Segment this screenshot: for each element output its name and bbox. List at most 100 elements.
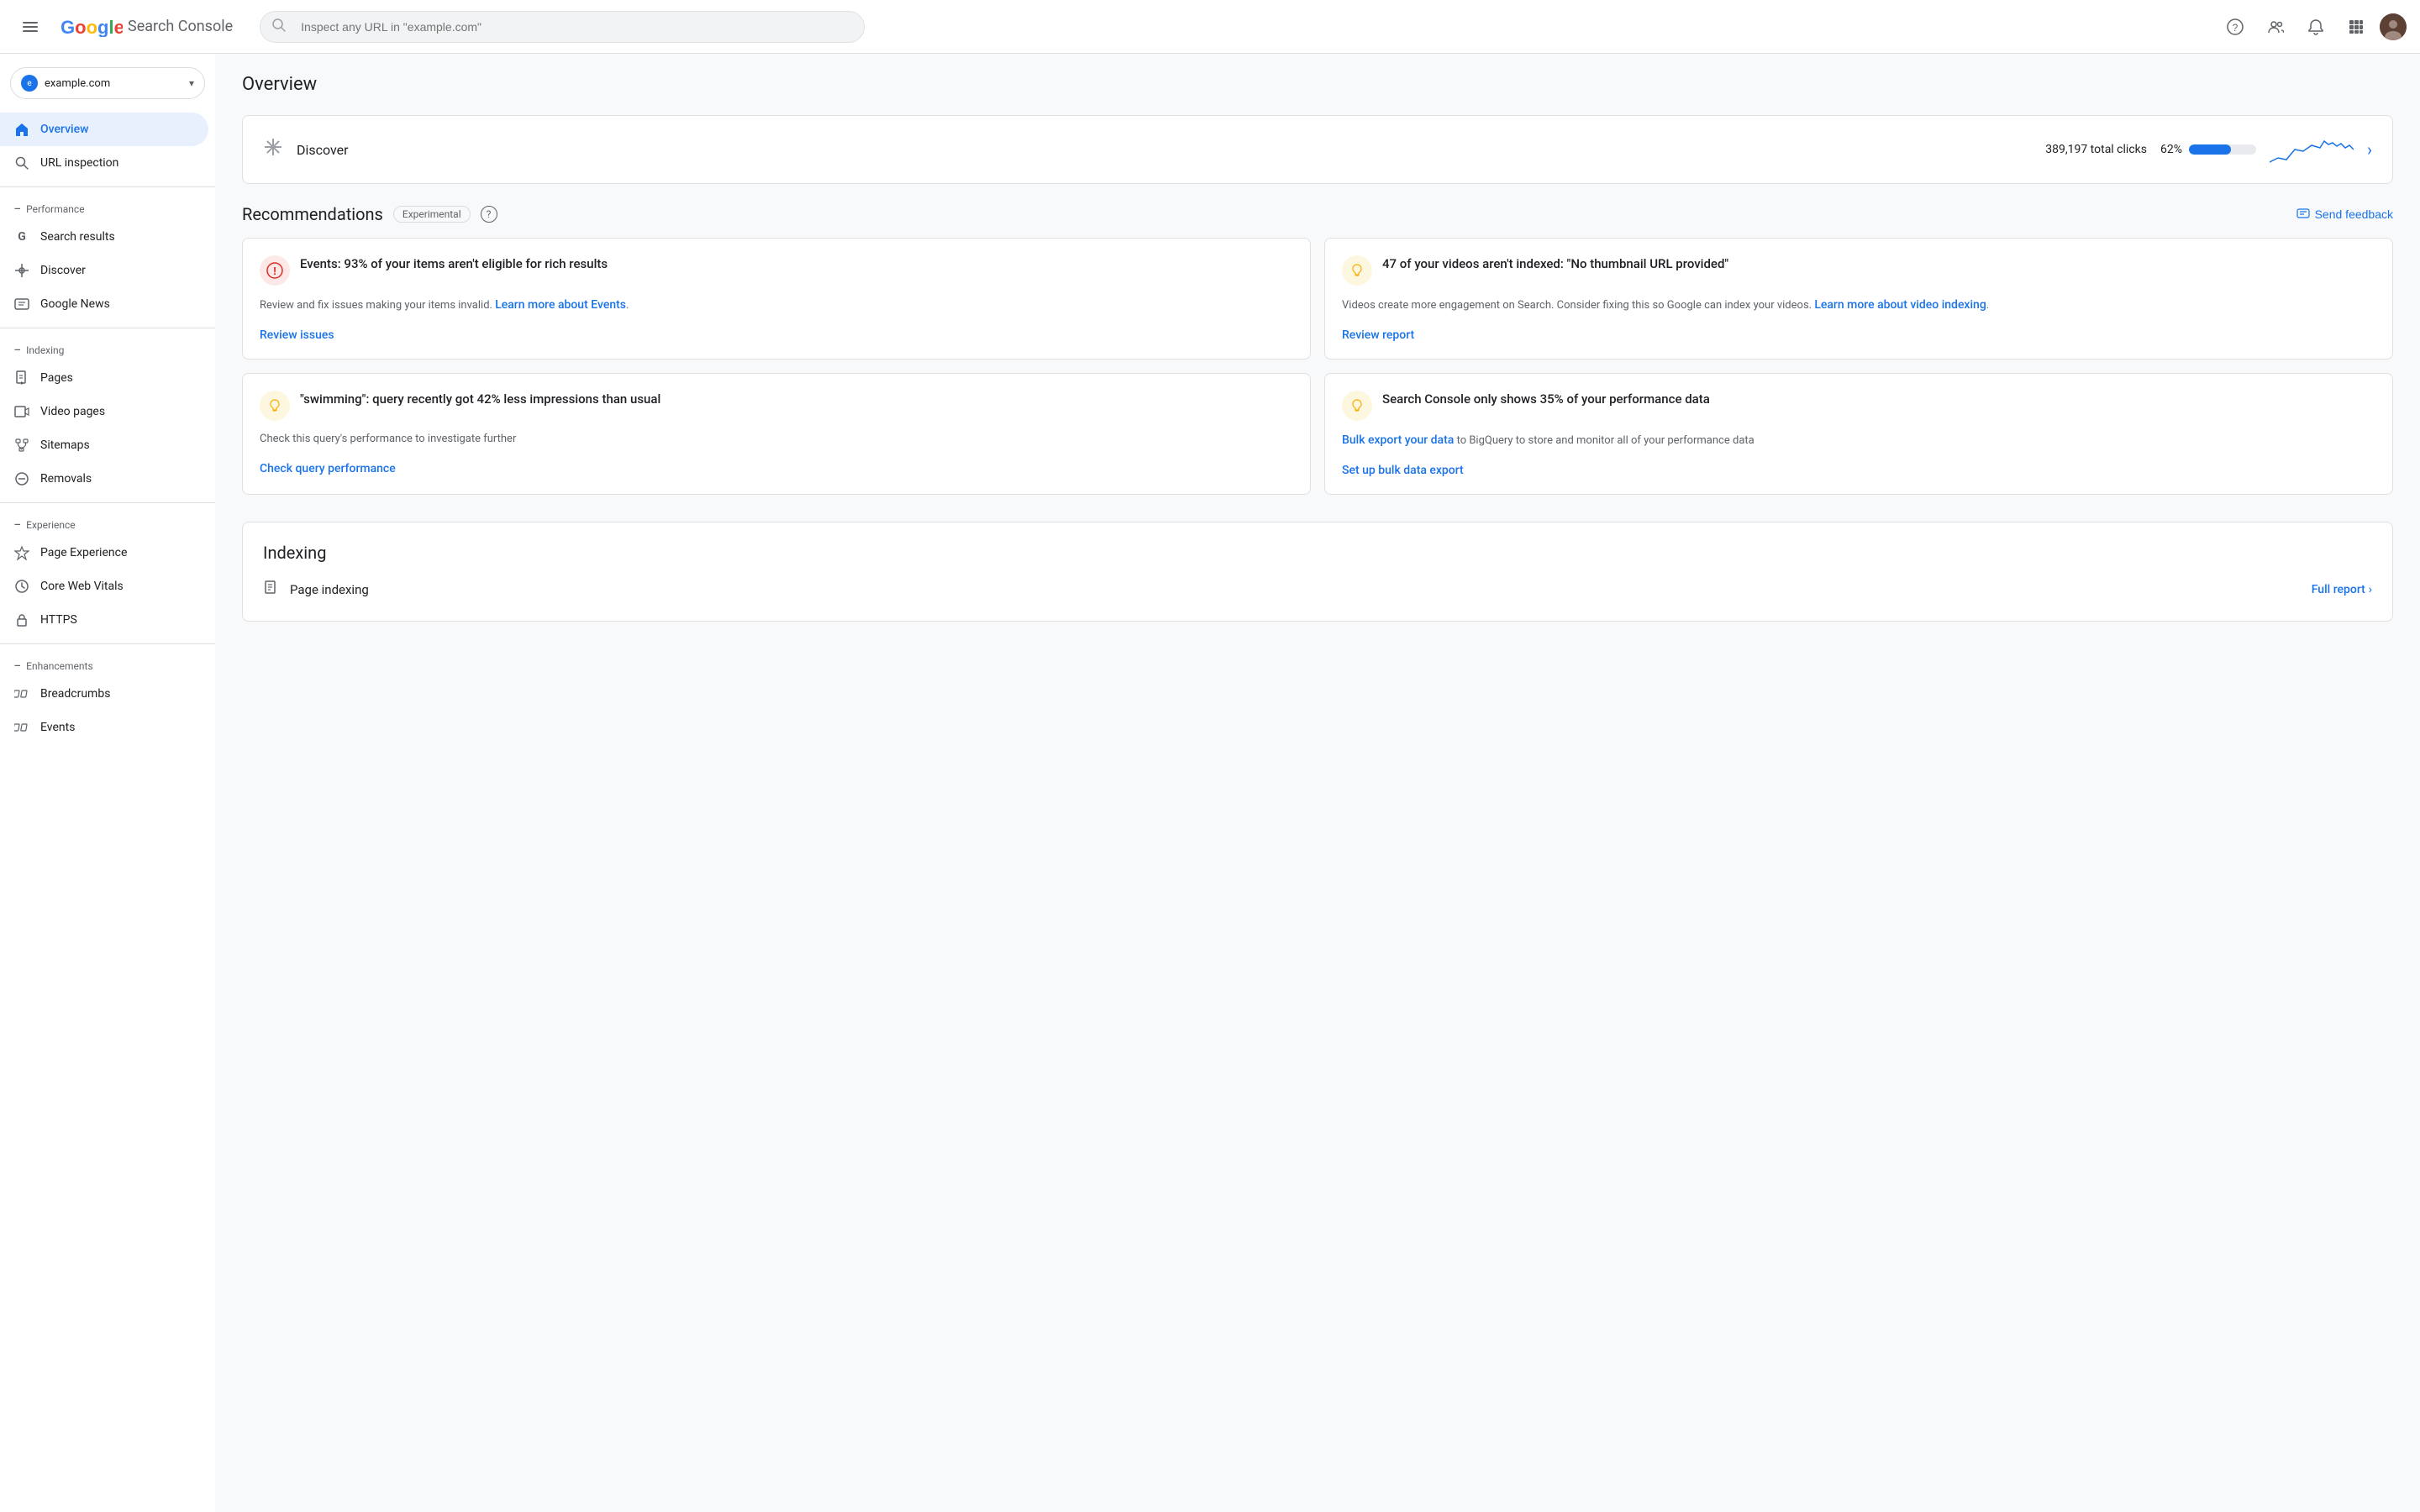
section-experience[interactable]: − Experience — [0, 510, 215, 536]
main-content: Overview Discover 389,197 total clicks 6… — [215, 54, 2420, 1512]
collapse-experience-icon: − — [13, 517, 21, 533]
recommendations-grid: ! Events: 93% of your items aren't eligi… — [242, 238, 2393, 495]
rec-title-swimming: "swimming": query recently got 42% less … — [300, 391, 660, 408]
collapse-enhancements-icon: − — [13, 658, 21, 674]
search-icon — [271, 18, 287, 36]
sidebar-item-url-inspection[interactable]: URL inspection — [0, 146, 208, 180]
sidebar-label-url-inspection: URL inspection — [40, 156, 118, 170]
info-bulb-icon-3 — [1342, 391, 1372, 421]
rec-body-swimming: Check this query's performance to invest… — [260, 431, 1293, 449]
indexing-title: Indexing — [263, 543, 2372, 563]
divider-3 — [0, 502, 215, 503]
manage-users-button[interactable] — [2259, 10, 2292, 44]
topbar-actions: ? — [2218, 10, 2407, 44]
sidebar-item-events[interactable]: Events — [0, 711, 208, 744]
info-bulb-icon-1 — [1342, 255, 1372, 286]
rec-action-video[interactable]: Review report — [1342, 328, 1414, 342]
sidebar-label-https: HTTPS — [40, 613, 77, 627]
page-experience-icon — [13, 544, 30, 561]
send-feedback-button[interactable]: Send feedback — [2296, 207, 2393, 221]
rec-action-events[interactable]: Review issues — [260, 328, 334, 342]
sidebar-label-page-experience: Page Experience — [40, 546, 127, 559]
rec-action-bulk[interactable]: Set up bulk data export — [1342, 464, 1464, 477]
search-nav-icon — [13, 155, 30, 171]
rec-card-bulk-header: Search Console only shows 35% of your pe… — [1342, 391, 2375, 421]
rec-link-video-inline[interactable]: Learn more about video indexing — [1814, 298, 1986, 312]
rec-body-bulk: Bulk export your data to BigQuery to sto… — [1342, 431, 2375, 450]
rec-card-video-header: 47 of your videos aren't indexed: "No th… — [1342, 255, 2375, 286]
rec-link-bulk-export[interactable]: Bulk export your data — [1342, 433, 1454, 447]
section-indexing[interactable]: − Indexing — [0, 335, 215, 361]
discover-chevron-right-icon[interactable]: › — [2367, 139, 2372, 160]
sidebar-item-core-web-vitals[interactable]: Core Web Vitals — [0, 570, 208, 603]
rec-card-video: 47 of your videos aren't indexed: "No th… — [1324, 238, 2393, 360]
removals-icon — [13, 470, 30, 487]
property-selector[interactable]: e example.com ▾ — [10, 67, 205, 99]
sidebar-label-events: Events — [40, 721, 75, 734]
rec-title-video: 47 of your videos aren't indexed: "No th… — [1382, 255, 1728, 273]
info-bulb-icon-2 — [260, 391, 290, 421]
rec-action-swimming[interactable]: Check query performance — [260, 462, 396, 475]
video-pages-icon — [13, 403, 30, 420]
sidebar-item-google-news[interactable]: Google News — [0, 287, 208, 321]
breadcrumbs-icon — [13, 685, 30, 702]
url-search-input[interactable] — [260, 11, 865, 43]
page-title: Overview — [242, 74, 2393, 95]
discover-label: Discover — [297, 142, 2032, 158]
discover-nav-icon — [13, 262, 30, 279]
sidebar-item-page-experience[interactable]: Page Experience — [0, 536, 208, 570]
sidebar-item-breadcrumbs[interactable]: Breadcrumbs — [0, 677, 208, 711]
sidebar-label-removals: Removals — [40, 472, 92, 486]
sidebar-item-discover[interactable]: Discover — [0, 254, 208, 287]
sidebar-item-https[interactable]: HTTPS — [0, 603, 208, 637]
sidebar-item-search-results[interactable]: G Search results — [0, 220, 208, 254]
rec-body-events: Review and fix issues making your items … — [260, 296, 1293, 315]
search-results-icon: G — [13, 228, 30, 245]
events-icon — [13, 719, 30, 736]
sidebar-item-video-pages[interactable]: Video pages — [0, 395, 208, 428]
experimental-badge: Experimental — [393, 206, 471, 223]
discover-bar-bg — [2189, 144, 2256, 155]
help-recommendations-icon[interactable]: ? — [481, 206, 497, 223]
rec-card-events-header: ! Events: 93% of your items aren't eligi… — [260, 255, 1293, 286]
sitemaps-icon — [13, 437, 30, 454]
discover-bar-fill — [2189, 144, 2231, 155]
sidebar-item-pages[interactable]: Pages — [0, 361, 208, 395]
google-news-icon — [13, 296, 30, 312]
full-report-chevron-icon: › — [2369, 583, 2372, 596]
menu-button[interactable] — [13, 10, 47, 44]
collapse-performance-icon: − — [13, 201, 21, 217]
apps-button[interactable] — [2339, 10, 2373, 44]
full-report-link[interactable]: Full report › — [2312, 583, 2372, 596]
divider-1 — [0, 186, 215, 187]
avatar[interactable] — [2380, 13, 2407, 40]
svg-text:Google: Google — [60, 17, 123, 37]
rec-link-events-inline[interactable]: Learn more about Events — [495, 298, 626, 312]
error-icon: ! — [260, 255, 290, 286]
rec-title-bulk: Search Console only shows 35% of your pe… — [1382, 391, 1710, 408]
sidebar-label-overview: Overview — [40, 123, 88, 136]
sidebar-label-sitemaps: Sitemaps — [40, 438, 90, 452]
sidebar-label-discover: Discover — [40, 264, 86, 277]
section-performance[interactable]: − Performance — [0, 194, 215, 220]
logo[interactable]: Google Search Console — [60, 17, 233, 37]
home-icon — [13, 121, 30, 138]
notifications-button[interactable] — [2299, 10, 2333, 44]
pages-icon — [13, 370, 30, 386]
indexing-section: Indexing Page indexing Full report › — [242, 522, 2393, 622]
sidebar-label-search-results: Search results — [40, 230, 115, 244]
section-enhancements-label: Enhancements — [26, 660, 93, 672]
recommendations-section: Recommendations Experimental ? Send feed… — [242, 204, 2393, 495]
help-button[interactable]: ? — [2218, 10, 2252, 44]
sidebar-item-removals[interactable]: Removals — [0, 462, 208, 496]
property-icon: e — [21, 75, 38, 92]
rec-card-swimming: "swimming": query recently got 42% less … — [242, 373, 1311, 495]
section-enhancements[interactable]: − Enhancements — [0, 651, 215, 677]
indexing-row: Page indexing Full report › — [263, 580, 2372, 601]
sidebar-label-breadcrumbs: Breadcrumbs — [40, 687, 110, 701]
sidebar-label-pages: Pages — [40, 371, 73, 385]
discover-chart — [2270, 133, 2354, 166]
rec-card-bulk-export: Search Console only shows 35% of your pe… — [1324, 373, 2393, 495]
sidebar-item-overview[interactable]: Overview — [0, 113, 208, 146]
sidebar-item-sitemaps[interactable]: Sitemaps — [0, 428, 208, 462]
